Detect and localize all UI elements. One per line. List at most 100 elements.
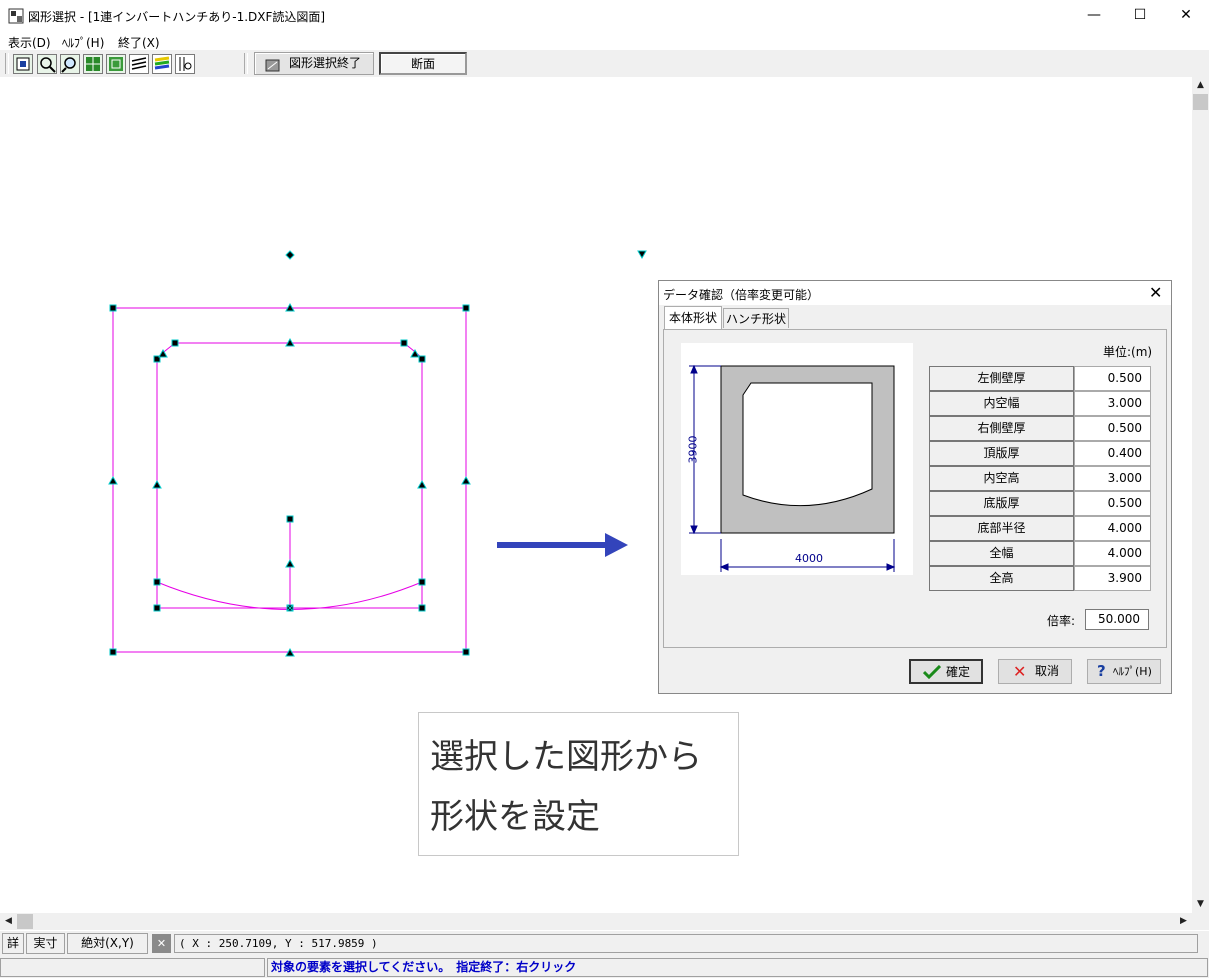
- box-culvert-preview: [689, 364, 896, 572]
- param-value[interactable]: 3.000: [1074, 391, 1151, 416]
- tab-body-shape[interactable]: 本体形状: [664, 306, 722, 329]
- note-line-1: 選択した図形から: [430, 737, 702, 777]
- zoom-window-icon[interactable]: [37, 54, 57, 74]
- param-label: 全幅: [929, 541, 1074, 566]
- param-value[interactable]: 4.000: [1074, 541, 1151, 566]
- tab-panel: 3900 4000 単位:(m) 左側壁厚 0.500 内空幅 3.000 右側壁厚 0.…: [663, 329, 1167, 648]
- finish-selection-button[interactable]: 図形選択終了: [254, 52, 374, 75]
- shape-preview: 3900 4000: [681, 343, 913, 575]
- param-value[interactable]: 3.900: [1074, 566, 1151, 591]
- midpoint-handle[interactable]: [108, 475, 118, 485]
- horizontal-scrollbar[interactable]: ◀ ▶: [0, 913, 1192, 930]
- select-icon[interactable]: [13, 54, 33, 74]
- scroll-thumb[interactable]: [1193, 94, 1208, 110]
- status-toolbar: 詳 実寸 絶対(X,Y) ✕ ( X : 250.7109, Y : 517.9…: [0, 931, 1209, 955]
- toolbar-grip: [5, 53, 9, 74]
- handle[interactable]: [171, 339, 179, 347]
- handle[interactable]: [418, 578, 426, 586]
- status-pane-empty: [0, 958, 265, 977]
- grid-select-icon[interactable]: [83, 54, 103, 74]
- param-label: 頂版厚: [929, 441, 1074, 466]
- unit-label: 単位:(m): [1103, 345, 1153, 359]
- scroll-right-arrow[interactable]: ▶: [1175, 913, 1192, 930]
- actual-size-button[interactable]: 実寸: [26, 933, 65, 954]
- status-bar: 対象の要素を選択してください。 指定終了：右クリック: [0, 955, 1209, 978]
- param-value[interactable]: 3.000: [1074, 466, 1151, 491]
- param-label: 左側壁厚: [929, 366, 1074, 391]
- vertical-scrollbar[interactable]: ▲ ▼: [1192, 77, 1209, 913]
- status-message: 対象の要素を選択してください。 指定終了：右クリック: [267, 958, 1208, 977]
- scroll-up-arrow[interactable]: ▲: [1192, 77, 1209, 94]
- toolbar: 図形選択終了 断面: [0, 50, 1209, 78]
- handle[interactable]: [462, 304, 470, 312]
- ok-label: 確定: [946, 665, 971, 679]
- handle[interactable]: [153, 578, 161, 586]
- param-label: 底部半径: [929, 516, 1074, 541]
- minimize-button[interactable]: —: [1071, 0, 1117, 31]
- arrow-icon: [497, 533, 628, 557]
- finish-selection-label: 図形選択終了: [288, 56, 361, 70]
- layers-icon[interactable]: [129, 54, 149, 74]
- midpoint-handle[interactable]: [461, 475, 471, 485]
- grid-area-icon[interactable]: [106, 54, 126, 74]
- ok-button[interactable]: 確定: [909, 659, 983, 684]
- detail-button[interactable]: 詳: [2, 933, 24, 954]
- tab-haunch-shape[interactable]: ハンチ形状: [723, 308, 789, 328]
- menu-view[interactable]: 表示(D): [8, 34, 51, 51]
- dialog-close-icon[interactable]: ✕: [1149, 283, 1162, 302]
- absolute-xy-button[interactable]: 絶対(X,Y): [67, 933, 148, 954]
- color-layers-icon[interactable]: [152, 54, 172, 74]
- cancel-label: 取消: [1035, 664, 1060, 678]
- arc-center-handle[interactable]: [285, 250, 295, 260]
- window-title: 図形選択 - [1連インバートハンチあり-1.DXF読込図面]: [28, 10, 326, 24]
- handle[interactable]: [109, 648, 117, 656]
- midpoint-handle[interactable]: [410, 348, 420, 358]
- scroll-corner: [1192, 913, 1209, 930]
- help-button[interactable]: ? ﾍﾙﾌﾟ(H): [1087, 659, 1161, 684]
- handle[interactable]: [462, 648, 470, 656]
- param-label: 全高: [929, 566, 1074, 591]
- scroll-left-arrow[interactable]: ◀: [0, 913, 17, 930]
- param-label: 内空高: [929, 466, 1074, 491]
- midpoint-handle[interactable]: [152, 479, 162, 489]
- midpoint-handle[interactable]: [158, 348, 168, 358]
- check-icon: [923, 665, 941, 679]
- arc-end-handle[interactable]: [637, 250, 647, 260]
- midpoint-handle[interactable]: [417, 479, 427, 489]
- param-value[interactable]: 4.000: [1074, 516, 1151, 541]
- param-value[interactable]: 0.500: [1074, 416, 1151, 441]
- cancel-button[interactable]: ✕ 取消: [998, 659, 1072, 684]
- handle[interactable]: [418, 355, 426, 363]
- param-label: 内空幅: [929, 391, 1074, 416]
- maximize-button[interactable]: ☐: [1117, 0, 1163, 31]
- handle[interactable]: [418, 604, 426, 612]
- app-icon: [8, 8, 24, 24]
- param-value[interactable]: 0.500: [1074, 366, 1151, 391]
- menu-exit[interactable]: 終了(X): [118, 34, 160, 51]
- scroll-down-arrow[interactable]: ▼: [1192, 896, 1209, 913]
- cancel-icon: ✕: [1013, 662, 1027, 681]
- height-dimension: 3900: [686, 435, 700, 464]
- section-button[interactable]: 断面: [379, 52, 467, 75]
- toolbar-separator: [244, 53, 248, 74]
- toggle-x-icon[interactable]: ✕: [152, 934, 171, 953]
- zoom-in-icon[interactable]: [60, 54, 80, 74]
- measure-icon[interactable]: [175, 54, 195, 74]
- handle[interactable]: [286, 515, 294, 523]
- dialog-title-bar: データ確認（倍率変更可能） ✕: [659, 281, 1171, 305]
- param-label: 底版厚: [929, 491, 1074, 516]
- handle[interactable]: [153, 604, 161, 612]
- midpoint-handle[interactable]: [285, 558, 295, 568]
- menu-help[interactable]: ﾍﾙﾌﾟ(H): [62, 34, 104, 51]
- hscroll-thumb[interactable]: [17, 914, 33, 929]
- annotation-box: 選択した図形から 形状を設定: [418, 712, 739, 856]
- param-value[interactable]: 0.500: [1074, 491, 1151, 516]
- handle[interactable]: [109, 304, 117, 312]
- handle[interactable]: [400, 339, 408, 347]
- note-line-2: 形状を設定: [430, 797, 600, 837]
- data-confirm-dialog: データ確認（倍率変更可能） ✕ 本体形状 ハンチ形状 3900 4000 単位:…: [658, 280, 1172, 694]
- scale-label: 倍率:: [1047, 614, 1076, 628]
- scale-input[interactable]: 50.000: [1085, 609, 1149, 630]
- close-button[interactable]: ✕: [1163, 0, 1209, 31]
- param-value[interactable]: 0.400: [1074, 441, 1151, 466]
